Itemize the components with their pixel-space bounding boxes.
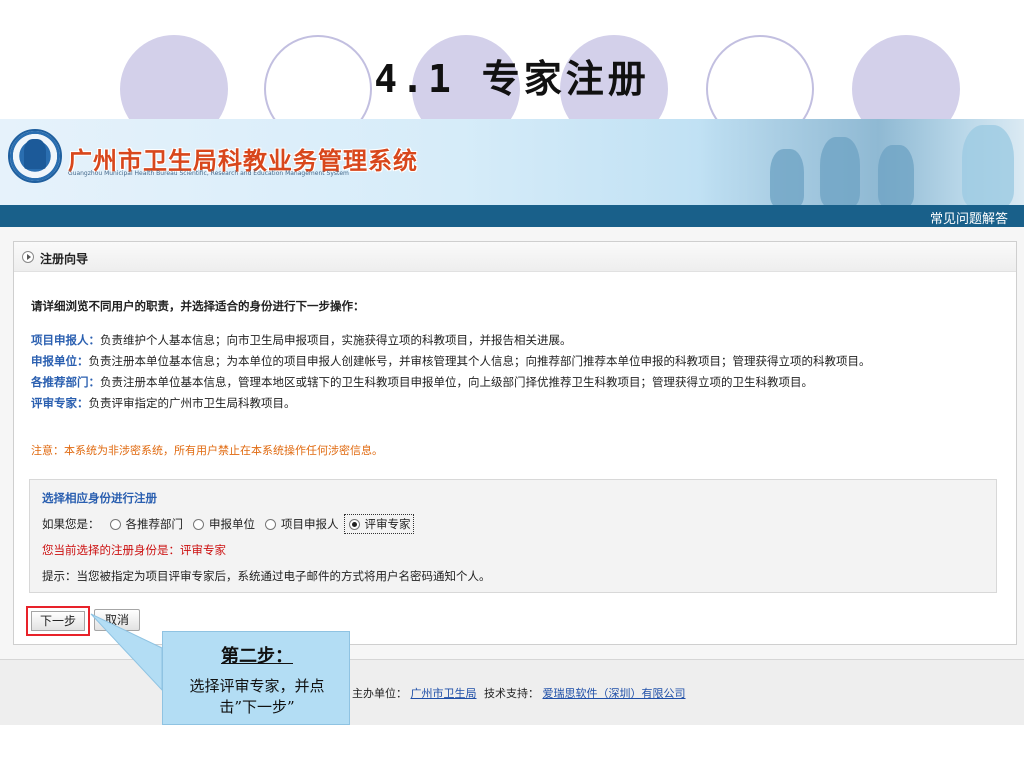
callout-pointer: [90, 613, 163, 692]
callout-title: 第二步：: [221, 646, 293, 667]
step-callout: 第二步： 选择评审专家，并点击”下一步”: [162, 631, 350, 725]
callout-body: 选择评审专家，并点击”下一步”: [189, 677, 325, 716]
